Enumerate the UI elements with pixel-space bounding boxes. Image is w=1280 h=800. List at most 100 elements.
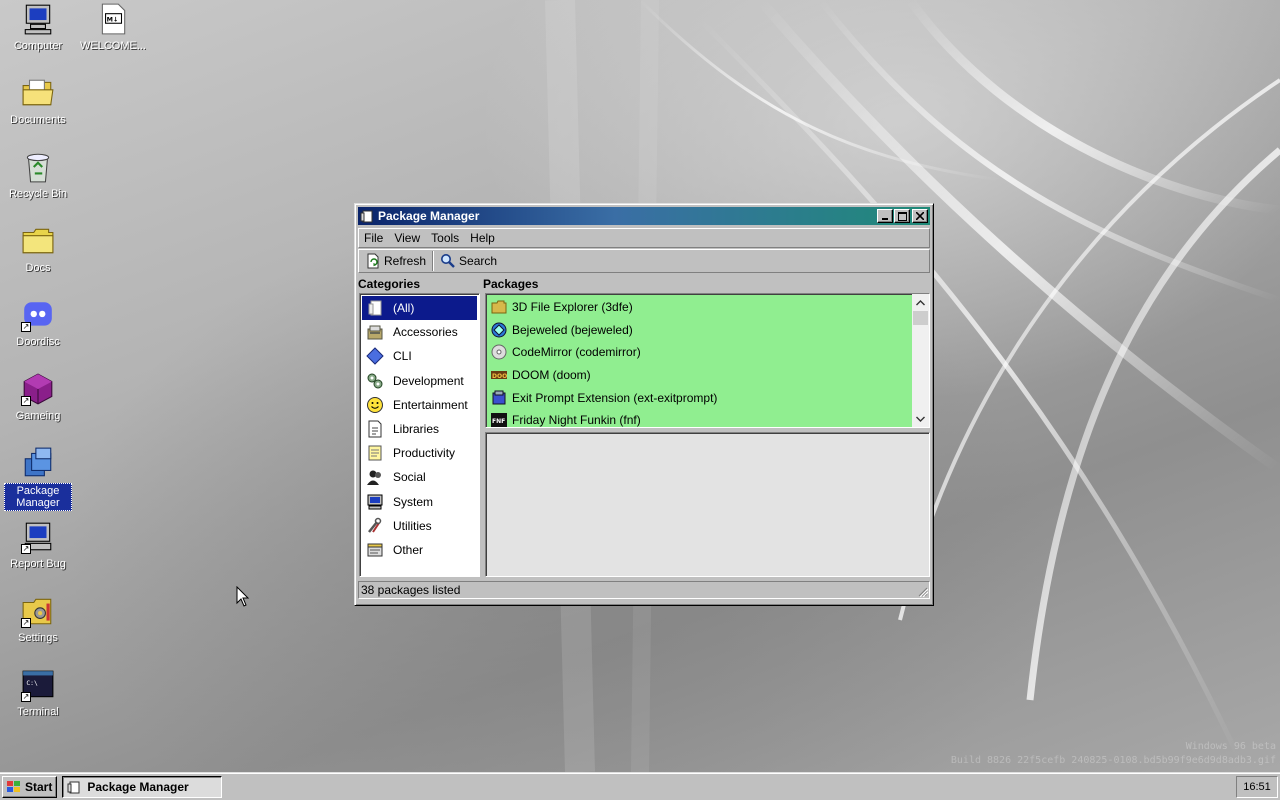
package-label: CodeMirror (codemirror) — [512, 345, 641, 360]
package-row[interactable]: Bejeweled (bejeweled) — [488, 319, 929, 342]
category-label: (All) — [393, 301, 415, 316]
categories-list[interactable]: (All) Accessories CLI Development Entert… — [359, 293, 480, 577]
scroll-track[interactable] — [912, 325, 929, 410]
scroll-down-button[interactable] — [912, 410, 929, 427]
desktop-icon-label: Computer — [13, 40, 63, 52]
libraries-icon — [368, 420, 382, 438]
desktop-icon-label: Package Manager — [4, 483, 72, 511]
category-label: Libraries — [393, 422, 440, 437]
package-row[interactable]: FNF Friday Night Funkin (fnf) — [488, 409, 929, 432]
taskbar: Start Package Manager 16:51 — [0, 772, 1280, 800]
window-titlebar[interactable]: Package Manager — [358, 207, 930, 225]
start-button[interactable]: Start — [2, 775, 58, 798]
gem-icon — [491, 322, 507, 338]
shortcut-arrow-icon: ↗ — [21, 618, 31, 628]
category-all[interactable]: (All) — [362, 296, 477, 321]
mouse-cursor-icon — [236, 586, 250, 607]
markdown-file-icon: M↓ — [101, 3, 126, 35]
extension-icon — [492, 390, 506, 405]
category-label: Productivity — [393, 446, 456, 461]
close-button[interactable] — [912, 209, 928, 223]
package-row[interactable]: DOOM DOOM (doom) — [488, 364, 929, 387]
search-button[interactable]: Search — [436, 251, 501, 271]
refresh-button[interactable]: Refresh — [361, 251, 430, 271]
menu-help[interactable]: Help — [465, 229, 501, 247]
package-label: 3D File Explorer (3dfe) — [512, 300, 633, 315]
svg-text:FNF: FNF — [492, 418, 505, 425]
desktop-icon-docs[interactable]: Docs — [2, 224, 74, 275]
package-label: Exit Prompt Extension (ext-exitprompt) — [512, 390, 718, 405]
chevron-up-icon — [916, 299, 925, 305]
desktop-icon-gameing[interactable]: ↗ Gameing — [2, 372, 74, 423]
menu-tools[interactable]: Tools — [426, 229, 465, 247]
category-utilities[interactable]: Utilities — [362, 514, 477, 538]
packages-list[interactable]: 3D File Explorer (3dfe) Bejeweled (bejew… — [485, 293, 930, 428]
svg-text:M↓: M↓ — [107, 16, 119, 24]
productivity-notepad-icon — [368, 445, 382, 461]
category-development[interactable]: Development — [362, 369, 477, 393]
category-other[interactable]: Other — [362, 538, 477, 562]
category-label: Development — [393, 373, 464, 388]
package-row[interactable]: 3D File Explorer (3dfe) — [488, 296, 929, 319]
menu-view[interactable]: View — [389, 229, 426, 247]
package-manager-window[interactable]: Package Manager File View Tools Help Ref… — [354, 203, 934, 606]
build-watermark: Windows 96 beta Build 8826 22f5cefb 2408… — [951, 740, 1276, 768]
category-label: Utilities — [393, 518, 432, 533]
category-accessories[interactable]: Accessories — [362, 320, 477, 344]
close-icon — [916, 212, 924, 220]
computer-icon — [24, 4, 52, 35]
package-row[interactable]: Exit Prompt Extension (ext-exitprompt) — [488, 386, 929, 409]
svg-text:C:\: C:\ — [26, 679, 38, 687]
desktop-icon-label: Report Bug — [10, 558, 66, 570]
window-title: Package Manager — [378, 209, 480, 223]
category-productivity[interactable]: Productivity — [362, 441, 477, 465]
category-label: CLI — [393, 349, 412, 364]
scroll-thumb[interactable] — [913, 311, 928, 325]
desktop-icon-terminal[interactable]: C:\ ↗ Terminal — [2, 668, 74, 719]
smiley-icon — [367, 396, 383, 413]
panes: Categories Packages (All) Accessories CL… — [358, 277, 930, 580]
status-text: 38 packages listed — [361, 583, 461, 597]
menu-bar: File View Tools Help — [358, 228, 930, 248]
package-manager-task-icon — [67, 781, 80, 793]
package-row[interactable]: CodeMirror (codemirror) — [488, 341, 929, 364]
desktop-icon-computer[interactable]: Computer — [2, 2, 74, 53]
maximize-button[interactable] — [894, 209, 910, 223]
category-libraries[interactable]: Libraries — [362, 417, 477, 441]
package-label: Friday Night Funkin (fnf) — [512, 413, 641, 428]
social-people-icon — [367, 470, 381, 486]
folder-icon — [491, 300, 507, 314]
desktop-icon-package-manager[interactable]: Package Manager — [2, 446, 74, 511]
desktop-icon-welcome[interactable]: M↓ WELCOME... — [77, 2, 149, 53]
minimize-button[interactable] — [877, 209, 893, 223]
desktop-icon-label: Settings — [18, 632, 58, 644]
category-social[interactable]: Social — [362, 465, 477, 489]
category-cli[interactable]: CLI — [362, 344, 477, 368]
desktop-icon-label: Recycle Bin — [8, 188, 68, 200]
resize-grip-icon[interactable] — [917, 586, 928, 597]
desktop-icon-documents[interactable]: Documents — [2, 76, 74, 127]
utilities-tools-icon — [368, 517, 382, 533]
taskbar-item-package-manager[interactable]: Package Manager — [62, 775, 223, 798]
desktop-icon-settings[interactable]: ↗ Settings — [2, 594, 74, 645]
shortcut-arrow-icon: ↗ — [21, 692, 31, 702]
system-tray-clock[interactable]: 16:51 — [1236, 775, 1278, 798]
menu-file[interactable]: File — [359, 229, 389, 247]
desktop-icon-report-bug[interactable]: ↗ Report Bug — [2, 520, 74, 571]
refresh-icon — [367, 253, 379, 269]
desktop-icon-label: Docs — [25, 262, 51, 274]
accessories-icon — [367, 325, 383, 340]
toolbar: Refresh Search — [358, 249, 930, 273]
fnf-icon: FNF — [491, 413, 507, 428]
category-system[interactable]: System — [362, 490, 477, 514]
packages-scrollbar[interactable] — [912, 294, 929, 427]
refresh-label: Refresh — [384, 254, 427, 268]
category-entertainment[interactable]: Entertainment — [362, 393, 477, 417]
minimize-icon — [882, 218, 888, 220]
categories-heading: Categories — [358, 277, 421, 291]
desktop-icon-doordisc[interactable]: ↗ Doordisc — [2, 298, 74, 349]
package-label: Bejeweled (bejeweled) — [512, 322, 633, 337]
desktop-icon-recycle-bin[interactable]: Recycle Bin — [2, 150, 74, 201]
documents-folder-icon — [22, 79, 54, 106]
scroll-up-button[interactable] — [912, 294, 929, 311]
